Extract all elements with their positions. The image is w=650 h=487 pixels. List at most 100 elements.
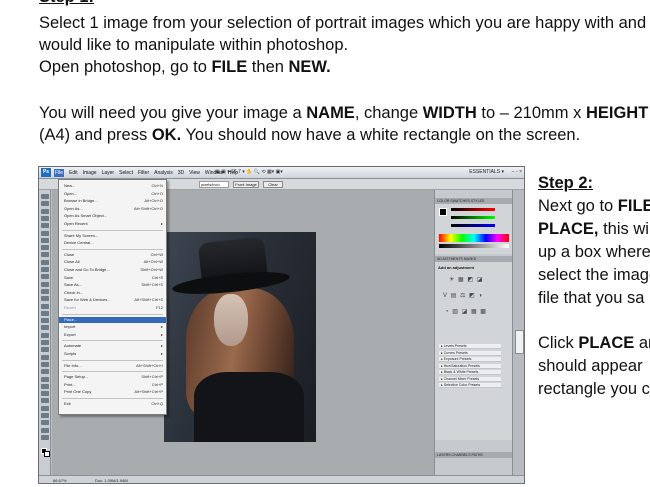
collapsed-panel-icon[interactable] xyxy=(515,330,524,354)
file-menu-item-new[interactable]: New... Ctrl+N xyxy=(59,183,166,189)
front-image-button[interactable]: Front Image xyxy=(233,181,259,188)
tool-icon[interactable] xyxy=(41,398,49,404)
preset-item[interactable]: ▸ Hue/Saturation Presets xyxy=(439,363,501,369)
file-menu-item-open[interactable]: Open... Ctrl+O xyxy=(59,191,166,197)
menu-filter[interactable]: Filter xyxy=(138,169,149,177)
tool-icon[interactable] xyxy=(41,413,49,418)
menu-analysis[interactable]: Analysis xyxy=(154,169,173,177)
tool-icon[interactable] xyxy=(41,281,49,287)
tool-icon[interactable] xyxy=(41,267,49,272)
tool-icon[interactable] xyxy=(41,310,49,316)
portrait-photo[interactable] xyxy=(164,232,316,442)
step1-heading: Step 1: xyxy=(39,0,94,8)
file-menu-item-file-info[interactable]: File Info... Alt+Shift+Ctrl+I xyxy=(59,363,166,369)
red-slider[interactable] xyxy=(451,208,495,211)
file-menu-item-close-all[interactable]: Close All Alt+Ctrl+W xyxy=(59,259,166,265)
zoom-level[interactable]: 66.67% xyxy=(53,476,67,483)
menu-view[interactable]: View xyxy=(189,169,200,177)
grayscale-ramp[interactable] xyxy=(439,244,509,248)
blue-slider[interactable] xyxy=(451,224,495,227)
essentials-workspace-button[interactable]: ESSENTIALS ▾ xyxy=(469,169,504,175)
menu-layer[interactable]: Layer xyxy=(102,169,115,177)
tool-icon[interactable] xyxy=(41,369,49,375)
preset-item[interactable]: ▸ Channel Mixer Presets xyxy=(439,376,501,382)
tool-icon[interactable] xyxy=(41,237,49,243)
tool-icon[interactable] xyxy=(41,332,49,338)
tool-icon[interactable] xyxy=(41,340,49,345)
adjustment-icons-row-3[interactable]: ◔ ▧ ◪ ▦ ▩ xyxy=(445,308,487,315)
tool-icon[interactable] xyxy=(41,259,49,265)
file-menu-item-page-setup[interactable]: Page Setup... Shift+Ctrl+P xyxy=(59,374,166,380)
file-menu-item-automate[interactable]: Automate ▸ xyxy=(59,343,166,349)
file-menu-item-export[interactable]: Export ▸ xyxy=(59,332,166,338)
file-menu-item-save[interactable]: Save Ctrl+S xyxy=(59,275,166,281)
file-menu-item-revert[interactable]: Revert F12 xyxy=(59,305,166,311)
tool-icon[interactable] xyxy=(41,201,49,207)
menu-select[interactable]: Select xyxy=(119,169,133,177)
tool-icon[interactable] xyxy=(41,274,49,280)
file-menu-item-close[interactable]: Close Ctrl+W xyxy=(59,252,166,258)
file-menu-item-open-recent[interactable]: Open Recent ▸ xyxy=(59,221,166,227)
tool-icon[interactable] xyxy=(41,215,49,221)
clear-button[interactable]: Clear xyxy=(263,181,283,188)
tool-icon[interactable] xyxy=(41,252,49,258)
adjustment-icons-row-1[interactable]: ☀ ▦ ◩ ◪ xyxy=(449,276,483,283)
file-menu-item-open-as-smart-object[interactable]: Open As Smart Object... xyxy=(59,213,166,219)
file-menu-item-print[interactable]: Print... Ctrl+P xyxy=(59,382,166,388)
preset-item[interactable]: ▸ Black & White Presets xyxy=(439,370,501,375)
tool-icon[interactable] xyxy=(41,303,49,309)
tool-icon[interactable] xyxy=(41,325,49,331)
preset-item[interactable]: ▸ Exposure Presets xyxy=(439,357,501,362)
tool-icon[interactable] xyxy=(41,376,49,382)
color-fg-swatch[interactable] xyxy=(439,208,447,216)
tool-icon[interactable] xyxy=(41,434,49,440)
color-ramp[interactable] xyxy=(439,234,509,242)
preset-item[interactable]: ▸ Selective Color Presets xyxy=(439,383,501,388)
file-menu-item-save-as[interactable]: Save As... Shift+Ctrl+S xyxy=(59,282,166,288)
app-bar-tools[interactable]: ▣ ▣ ▾ 66.7 ▾ ✋ 🔍 ⟲ ▦▾ ▣▾ xyxy=(215,169,283,175)
tool-icon[interactable] xyxy=(41,288,49,294)
file-menu-item-scripts[interactable]: Scripts ▸ xyxy=(59,351,166,357)
tool-icon[interactable] xyxy=(41,427,49,433)
file-menu-item-place[interactable]: Place... xyxy=(59,316,166,323)
preset-item[interactable]: ▸ Levels Presets xyxy=(439,344,501,349)
menu-3d[interactable]: 3D xyxy=(178,169,184,177)
preset-item[interactable]: ▸ Curves Presets xyxy=(439,350,501,356)
resolution-unit-select[interactable]: pixels/inch xyxy=(199,181,229,188)
layers-panel-tabs[interactable]: LAYERS CHANNELS PATHS xyxy=(435,452,512,458)
tool-icon[interactable] xyxy=(41,391,49,397)
file-menu-item-save-for-web-devices[interactable]: Save for Web & Devices... Alt+Shift+Ctrl+… xyxy=(59,297,166,303)
window-controls[interactable]: – ▫ × xyxy=(512,169,522,175)
tool-icon[interactable] xyxy=(41,296,49,302)
file-menu-item-browse-in-bridge[interactable]: Browse in Bridge... Alt+Ctrl+O xyxy=(59,198,166,204)
file-menu-item-close-and-go-to-bridge[interactable]: Close and Go To Bridge... Shift+Ctrl+W xyxy=(59,267,166,273)
file-menu-item-open-as[interactable]: Open As... Alt+Shift+Ctrl+O xyxy=(59,206,166,212)
tool-icon[interactable] xyxy=(41,245,49,251)
green-slider[interactable] xyxy=(451,216,495,219)
tool-icon[interactable] xyxy=(41,230,49,236)
tool-icon[interactable] xyxy=(41,194,49,199)
photoshop-logo-icon[interactable]: Ps xyxy=(41,168,51,177)
tool-icon[interactable] xyxy=(41,405,49,411)
adjustment-icons-row-2[interactable]: V ▤ ⚖ ◩ ◑ xyxy=(443,292,483,299)
tool-icon[interactable] xyxy=(41,347,49,353)
tool-icon[interactable] xyxy=(41,383,49,389)
file-menu-item-device-central[interactable]: Device Central... xyxy=(59,240,166,246)
menu-file[interactable]: File xyxy=(54,169,65,177)
file-menu-item-exit[interactable]: Exit Ctrl+Q xyxy=(59,401,166,407)
menu-item-label: Place... xyxy=(64,316,78,322)
tool-icon[interactable] xyxy=(41,361,49,367)
document-size[interactable]: Doc: 1.09M/1.94M xyxy=(95,476,128,483)
tool-icon[interactable] xyxy=(41,223,49,229)
file-menu-item-import[interactable]: Import ▸ xyxy=(59,324,166,330)
file-menu-item-share-my-screen[interactable]: Share My Screen... xyxy=(59,233,166,239)
tool-icon[interactable] xyxy=(41,354,49,360)
file-menu-item-print-one-copy[interactable]: Print One Copy Alt+Shift+Ctrl+P xyxy=(59,389,166,395)
tool-icon[interactable] xyxy=(41,208,49,214)
tool-icon[interactable] xyxy=(41,318,49,324)
tool-icon[interactable] xyxy=(41,420,49,426)
menu-edit[interactable]: Edit xyxy=(69,169,78,177)
menu-image[interactable]: Image xyxy=(83,169,97,177)
file-menu-item-check-in[interactable]: Check In... xyxy=(59,290,166,296)
background-color-swatch[interactable] xyxy=(44,451,50,457)
